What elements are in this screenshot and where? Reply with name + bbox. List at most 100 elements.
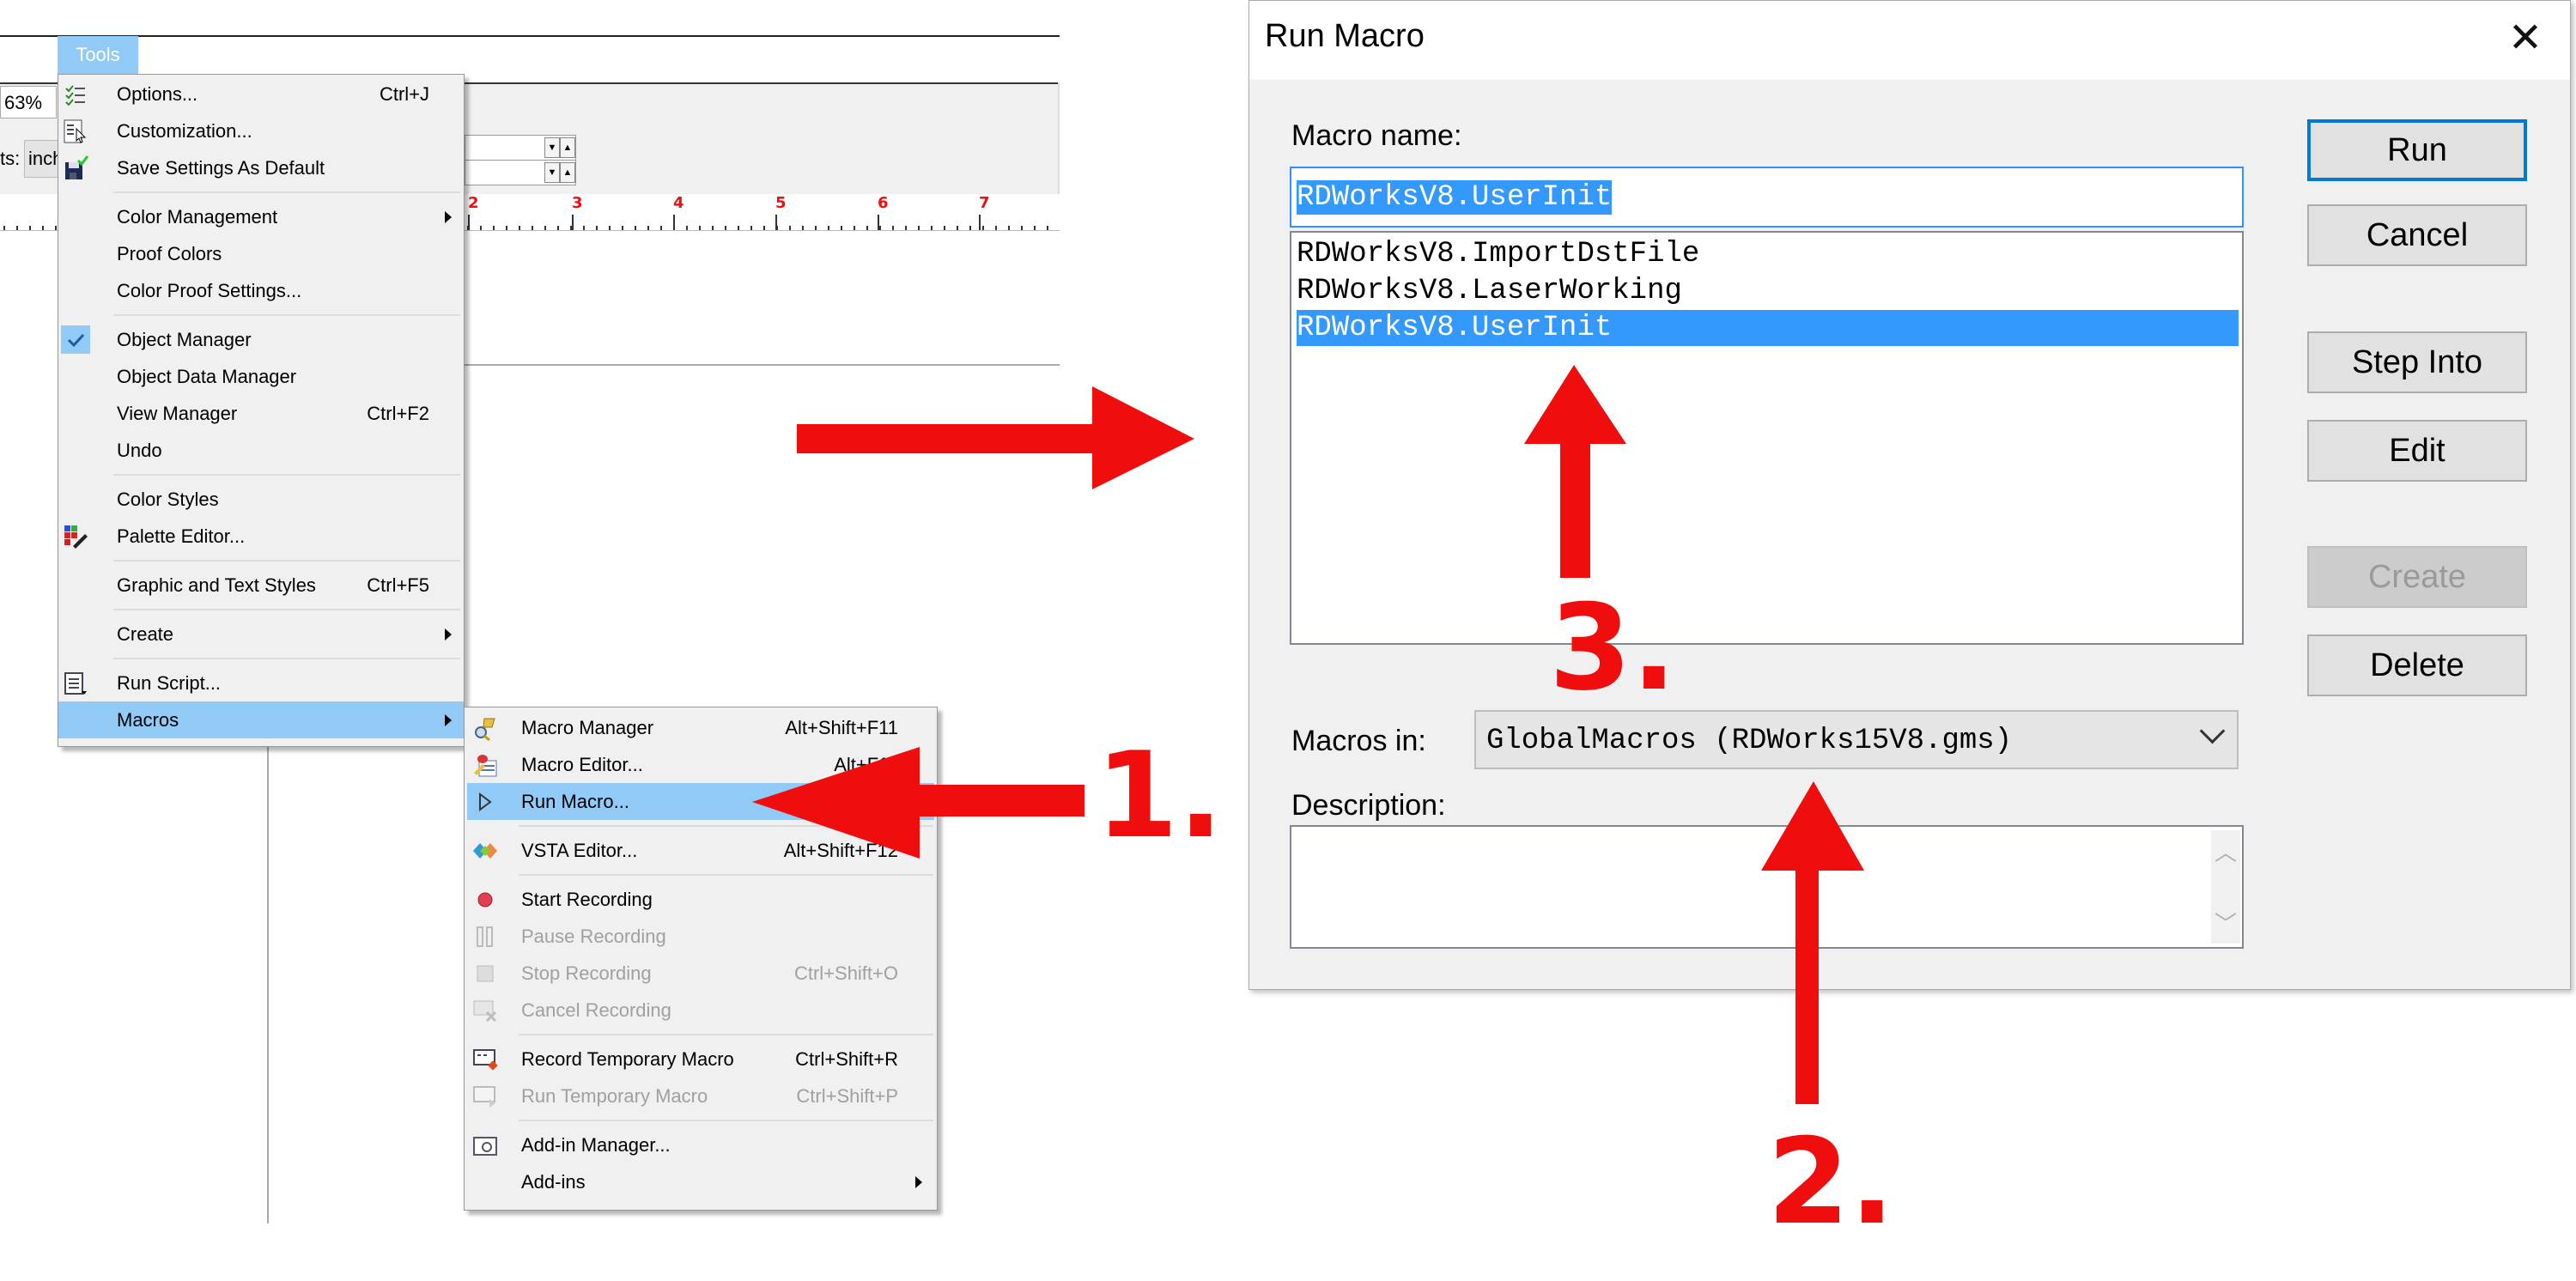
separator-line (113, 609, 460, 610)
ruler-minor-tick (854, 226, 855, 230)
cancel-button[interactable]: Cancel (2307, 204, 2527, 266)
ruler-minor-tick (596, 226, 598, 230)
units-label: ts: (0, 148, 21, 169)
menu-item-label: Palette Editor... (117, 525, 246, 547)
menu-item-label: Proof Colors (117, 243, 222, 264)
menu-item-vsta-editor[interactable]: VSTA Editor... Alt+Shift+F12 (467, 832, 934, 869)
menu-item-cancel-recording[interactable]: Cancel Recording (467, 992, 934, 1029)
ruler-label: 6 (878, 194, 889, 212)
menu-item-pause-recording[interactable]: Pause Recording (467, 918, 934, 955)
ruler-tick (572, 215, 574, 230)
ruler-minor-tick (957, 226, 958, 230)
menu-item-palette-editor[interactable]: Palette Editor... (58, 518, 464, 555)
separator-line (519, 825, 933, 827)
scroll-down-icon[interactable]: ﹀ (2211, 907, 2240, 938)
menu-item-color-proof-settings[interactable]: Color Proof Settings... (58, 272, 464, 309)
ruler-minor-tick (673, 226, 675, 230)
ruler-minor-tick (1008, 226, 1010, 230)
close-icon[interactable]: ✕ (2501, 15, 2549, 63)
menu-item-create[interactable]: Create (58, 616, 464, 653)
menu-separator (58, 653, 464, 665)
nudge-spinner-2[interactable]: ▼ ▲ (465, 160, 576, 185)
ruler-minor-tick (3, 226, 5, 230)
menu-item-graphic-and-text-styles[interactable]: Graphic and Text Styles Ctrl+F5 (58, 567, 464, 604)
menu-item-record-temporary-macro[interactable]: Record Temporary Macro Ctrl+Shift+R (467, 1041, 934, 1078)
spin-up-icon[interactable]: ▲ (560, 162, 575, 183)
ruler-minor-tick (918, 226, 920, 230)
menubar-tools[interactable]: Tools (58, 36, 138, 74)
macro-list[interactable]: RDWorksV8.ImportDstFile RDWorksV8.LaserWo… (1290, 231, 2244, 645)
menu-item-object-manager[interactable]: Object Manager (58, 321, 464, 358)
menu-item-macro-editor[interactable]: Macro Editor... Alt+F11 (467, 746, 934, 783)
menu-item-add-ins[interactable]: Add-ins (467, 1163, 934, 1200)
spin-down-icon[interactable]: ▼ (544, 137, 560, 158)
macro-list-item[interactable]: RDWorksV8.ImportDstFile (1297, 236, 1699, 272)
ruler-minor-tick (467, 226, 469, 230)
delete-button[interactable]: Delete (2307, 634, 2527, 696)
menu-item-proof-colors[interactable]: Proof Colors (58, 235, 464, 272)
scroll-up-icon[interactable]: ︿ (2211, 835, 2240, 867)
menu-item-shortcut: Ctrl+J (379, 83, 429, 105)
run-button[interactable]: Run (2307, 119, 2527, 181)
ruler-minor-tick (660, 226, 662, 230)
menu-item-add-in-manager[interactable]: Add-in Manager... (467, 1126, 934, 1163)
menu-item-save-settings-as-default[interactable]: Save Settings As Default (58, 149, 464, 186)
edit-button[interactable]: Edit (2307, 420, 2527, 482)
menu-item-undo[interactable]: Undo (58, 432, 464, 469)
menu-item-customization[interactable]: Customization... (58, 112, 464, 149)
menu-item-label: Macro Manager (521, 717, 654, 738)
ruler-minor-tick (982, 226, 984, 230)
menu-item-run-temporary-macro[interactable]: Run Temporary Macro Ctrl+Shift+P (467, 1078, 934, 1114)
ruler-minor-tick (815, 226, 817, 230)
menu-item-start-recording[interactable]: Start Recording (467, 881, 934, 918)
create-button[interactable]: Create (2307, 546, 2527, 608)
menu-item-stop-recording[interactable]: Stop Recording Ctrl+Shift+O (467, 955, 934, 992)
run-macro-dialog: Run Macro ✕ Macro name: RDWorksV8.UserIn… (1249, 0, 2571, 990)
menu-item-label: Save Settings As Default (117, 157, 325, 179)
menu-item-label: Start Recording (521, 889, 653, 910)
menu-item-options[interactable]: Options... Ctrl+J (58, 76, 464, 112)
menu-item-color-management[interactable]: Color Management (58, 198, 464, 235)
ruler-minor-tick (635, 226, 636, 230)
macro-list-item[interactable]: RDWorksV8.LaserWorking (1297, 273, 1682, 309)
nudge-spinner-1[interactable]: ▼ ▲ (465, 135, 576, 161)
separator-line (113, 658, 460, 659)
separator-line (113, 474, 460, 476)
description-field[interactable]: ︿ ﹀ (1290, 825, 2244, 949)
spin-down-icon[interactable]: ▼ (544, 162, 560, 183)
menu-item-label: Graphic and Text Styles (117, 574, 316, 596)
menu-separator (467, 1029, 937, 1041)
ruler-label: 2 (468, 194, 479, 212)
submenu-arrow-icon (445, 628, 452, 640)
spin-up-icon[interactable]: ▲ (560, 137, 575, 158)
menu-item-label: Run Temporary Macro (521, 1085, 708, 1107)
menu-item-run-script[interactable]: Run Script... (58, 665, 464, 701)
menu-item-color-styles[interactable]: Color Styles (58, 481, 464, 518)
menu-item-shortcut: Alt+F11 (834, 754, 898, 775)
macro-list-item[interactable]: RDWorksV8.UserInit (1297, 310, 2239, 346)
description-label: Description: (1291, 789, 1446, 822)
menu-item-object-data-manager[interactable]: Object Data Manager (58, 358, 464, 395)
step-2-label: 2. (1767, 1113, 1895, 1251)
macros-in-dropdown[interactable]: GlobalMacros (RDWorks15V8.gms) (1474, 710, 2239, 769)
ruler-minor-tick (480, 226, 482, 230)
macro-name-input[interactable]: RDWorksV8.UserInit (1290, 167, 2244, 228)
ruler-minor-tick (776, 226, 778, 230)
menu-item-label: VSTA Editor... (521, 840, 638, 861)
zoom-level-field[interactable]: 63% (0, 86, 57, 118)
ruler-minor-tick (789, 226, 791, 230)
step-into-button[interactable]: Step Into (2307, 331, 2527, 393)
submenu-arrow-icon (445, 211, 452, 223)
menu-item-label: Undo (117, 440, 162, 461)
menu-item-view-manager[interactable]: View Manager Ctrl+F2 (58, 395, 464, 432)
menu-item-shortcut: Alt+Shift+F11 (785, 717, 898, 738)
description-scrollbar[interactable]: ︿ ﹀ (2211, 830, 2240, 944)
menu-item-run-macro[interactable]: Run Macro... (467, 783, 934, 820)
menu-item-macros[interactable]: Macros (58, 701, 464, 738)
ruler-label: 4 (673, 194, 684, 212)
menu-item-label: View Manager (117, 403, 238, 424)
menu-item-label: Add-in Manager... (521, 1134, 671, 1156)
menu-item-macro-manager[interactable]: Macro Manager Alt+Shift+F11 (467, 709, 934, 746)
checkmark-icon (61, 325, 90, 354)
menu-item-shortcut: Ctrl+F2 (367, 403, 429, 424)
